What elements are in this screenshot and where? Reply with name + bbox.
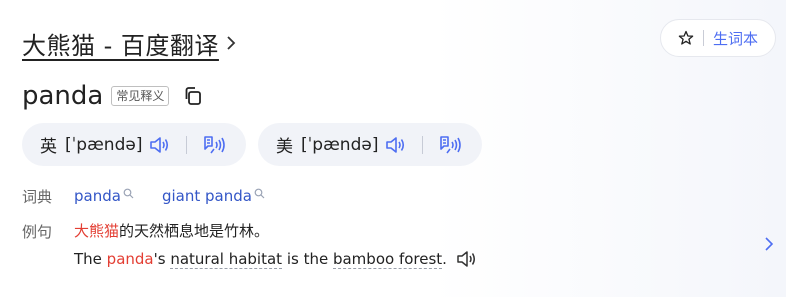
example-text: 的天然栖息地是竹林。 bbox=[119, 222, 270, 240]
mic-waves-icon[interactable] bbox=[201, 134, 227, 156]
phonetic: [ˈpændə] bbox=[65, 134, 143, 155]
example-keyword-cn: 大熊猫 bbox=[74, 222, 120, 240]
page-title[interactable]: 大熊猫 - 百度翻译 bbox=[22, 26, 219, 61]
vocabulary-book-label: 生词本 bbox=[712, 29, 758, 48]
star-icon bbox=[678, 30, 694, 45]
pronunciation-lang: 英 bbox=[40, 137, 57, 157]
example-keyword-en: panda bbox=[106, 250, 154, 268]
example-text: is the bbox=[282, 250, 333, 268]
title-row[interactable]: 大熊猫 - 百度翻译 bbox=[22, 26, 237, 60]
vocabulary-book-button[interactable]: 生词本 bbox=[660, 19, 776, 57]
chevron-right-icon bbox=[227, 36, 236, 50]
pronunciation-us: 美 [ˈpændə] bbox=[258, 123, 482, 166]
pronunciation-lang: 美 bbox=[276, 137, 293, 157]
search-icon bbox=[254, 188, 265, 198]
example-phrase[interactable]: bamboo forest bbox=[332, 250, 443, 269]
example-text: The bbox=[74, 250, 107, 268]
example-chinese: 大熊猫的天然栖息地是竹林。 bbox=[74, 220, 269, 241]
example-label: 例句 bbox=[22, 223, 53, 241]
chevron-right-icon[interactable] bbox=[764, 236, 774, 252]
example-text: 's bbox=[153, 250, 171, 268]
dictionary-label: 词典 bbox=[22, 188, 53, 206]
speaker-icon[interactable] bbox=[455, 249, 477, 269]
divider bbox=[422, 135, 424, 154]
divider bbox=[186, 135, 188, 154]
dictionary-link-giant-panda[interactable]: giant panda bbox=[162, 187, 252, 205]
phonetic: [ˈpændə] bbox=[301, 134, 379, 155]
headword: panda bbox=[22, 81, 104, 111]
divider bbox=[702, 30, 704, 46]
example-english: The panda's natural habitat is the bambo… bbox=[74, 249, 477, 269]
common-meaning-tag: 常见释义 bbox=[111, 86, 170, 106]
mic-waves-icon[interactable] bbox=[437, 134, 463, 156]
example-phrase[interactable]: natural habitat bbox=[170, 250, 283, 269]
copy-icon[interactable] bbox=[183, 86, 203, 106]
speaker-icon[interactable] bbox=[148, 134, 170, 156]
dictionary-links: panda giant panda bbox=[74, 185, 265, 207]
speaker-icon[interactable] bbox=[384, 134, 406, 156]
example-text: . bbox=[442, 250, 447, 268]
search-icon bbox=[123, 188, 134, 198]
translation-card: 大熊猫 - 百度翻译 生词本 panda 常见释义 英 [ˈpændə] 美 [… bbox=[0, 0, 786, 297]
word-row: panda 常见释义 bbox=[22, 80, 203, 112]
pronunciation-uk: 英 [ˈpændə] bbox=[22, 123, 246, 166]
dictionary-link-panda[interactable]: panda bbox=[74, 187, 121, 205]
